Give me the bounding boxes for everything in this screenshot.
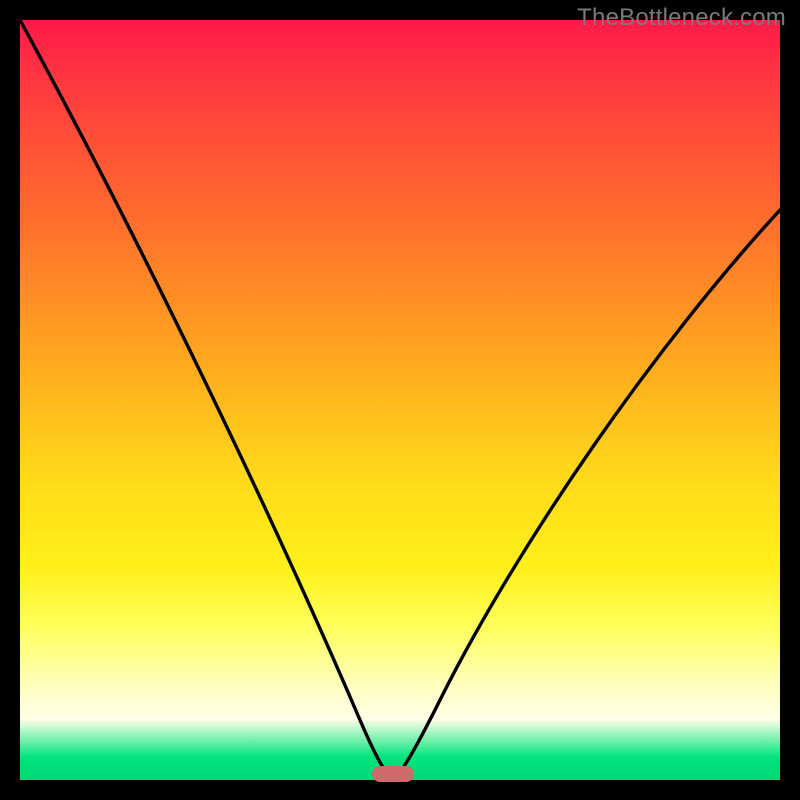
watermark-text: TheBottleneck.com — [577, 4, 786, 32]
optimal-marker — [372, 766, 414, 782]
curve-svg — [20, 20, 780, 780]
plot-area — [20, 20, 780, 780]
bottleneck-curve — [20, 20, 780, 779]
chart-frame: TheBottleneck.com — [0, 0, 800, 800]
